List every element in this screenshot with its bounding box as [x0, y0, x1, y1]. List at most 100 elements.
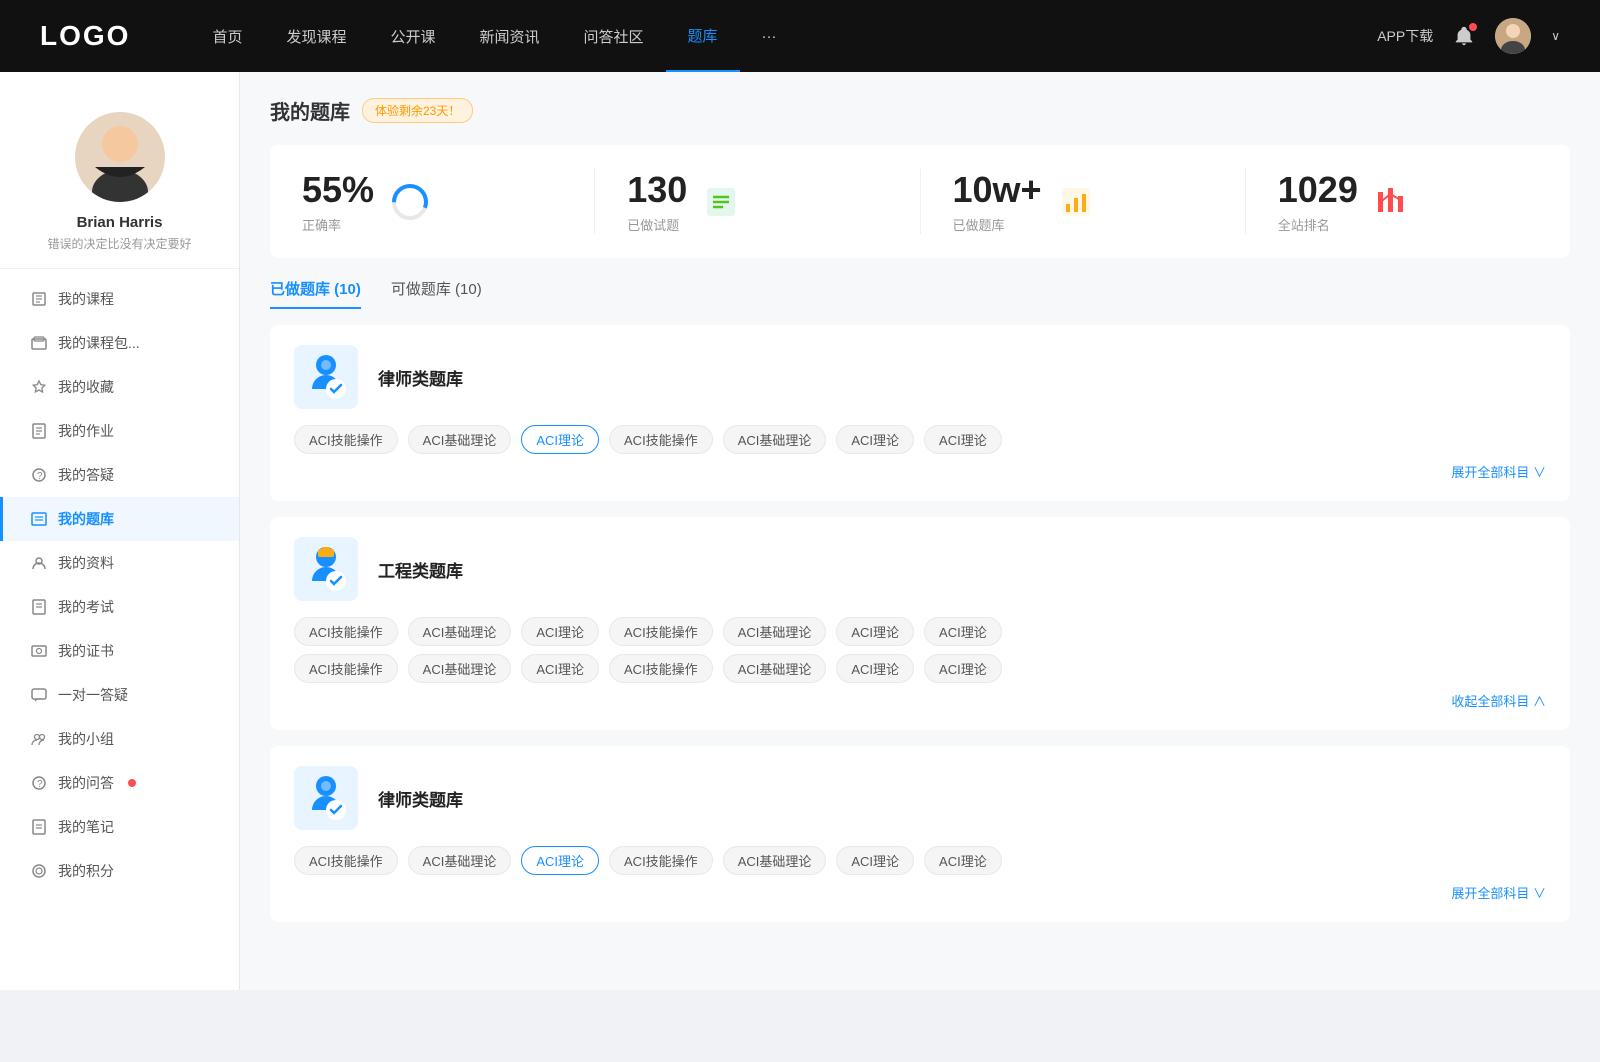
- tag-active[interactable]: ACI理论: [521, 425, 599, 454]
- stat-accuracy-value: 55%: [302, 169, 374, 211]
- banks-icon: [1058, 184, 1094, 220]
- sidebar-item-questionbank[interactable]: 我的题库: [0, 497, 239, 541]
- tag[interactable]: ACI理论: [924, 617, 1002, 646]
- nav-discover[interactable]: 发现课程: [264, 0, 368, 72]
- sidebar-item-favorites[interactable]: 我的收藏: [0, 365, 239, 409]
- nav-questionbank[interactable]: 题库: [666, 0, 740, 72]
- profile-section: Brian Harris 错误的决定比没有决定要好: [0, 92, 239, 269]
- tag[interactable]: ACI技能操作: [609, 425, 713, 454]
- sidebar-item-coursepack[interactable]: 我的课程包...: [0, 321, 239, 365]
- tag[interactable]: ACI理论: [836, 617, 914, 646]
- notification-dot: [1469, 23, 1477, 31]
- sidebar-item-qanda[interactable]: ? 我的答疑: [0, 453, 239, 497]
- tag[interactable]: ACI基础理论: [723, 654, 827, 683]
- sidebar-item-notes[interactable]: 我的笔记: [0, 805, 239, 849]
- sidebar-item-exam[interactable]: 我的考试: [0, 585, 239, 629]
- points-icon: [30, 862, 48, 880]
- tag[interactable]: ACI技能操作: [609, 617, 713, 646]
- logo: LOGO: [40, 20, 130, 52]
- stat-rank-content: 1029 全站排名: [1278, 169, 1358, 234]
- sidebar-item-certificate[interactable]: 我的证书: [0, 629, 239, 673]
- app-download-button[interactable]: APP下载: [1377, 26, 1433, 46]
- user-motto: 错误的决定比没有决定要好: [47, 235, 191, 252]
- profile-avatar: [75, 112, 165, 202]
- sidebar-label-homework: 我的作业: [58, 421, 114, 441]
- sidebar-item-onetoone[interactable]: 一对一答疑: [0, 673, 239, 717]
- tag[interactable]: ACI技能操作: [294, 654, 398, 683]
- tag-active[interactable]: ACI理论: [521, 846, 599, 875]
- tag[interactable]: ACI理论: [924, 654, 1002, 683]
- sidebar-label-mycourse: 我的课程: [58, 289, 114, 309]
- tag[interactable]: ACI基础理论: [723, 846, 827, 875]
- sidebar-label-qanda: 我的答疑: [58, 465, 114, 485]
- qbank-lawyer-2-title: 律师类题库: [378, 786, 463, 811]
- nav-home[interactable]: 首页: [190, 0, 264, 72]
- tab-done-banks[interactable]: 已做题库 (10): [270, 278, 361, 309]
- tag[interactable]: ACI理论: [521, 617, 599, 646]
- lawyer-icon: [294, 345, 358, 409]
- expand-lawyer-1[interactable]: 展开全部科目 ∨: [294, 462, 1546, 481]
- tab-available-banks[interactable]: 可做题库 (10): [391, 278, 482, 309]
- tag[interactable]: ACI技能操作: [294, 846, 398, 875]
- tag[interactable]: ACI理论: [924, 425, 1002, 454]
- sidebar-label-myinfo: 我的资料: [58, 553, 114, 573]
- tag[interactable]: ACI技能操作: [294, 617, 398, 646]
- svg-text:?: ?: [37, 471, 43, 482]
- chat-icon: [30, 686, 48, 704]
- stat-done-questions: 130 已做试题: [595, 169, 920, 234]
- accuracy-chart-icon: [390, 182, 430, 222]
- page-title-row: 我的题库 体验剩余23天！: [270, 96, 1570, 125]
- tag[interactable]: ACI理论: [836, 846, 914, 875]
- stat-accuracy-label: 正确率: [302, 215, 374, 234]
- tag[interactable]: ACI基础理论: [408, 617, 512, 646]
- tag[interactable]: ACI基础理论: [408, 846, 512, 875]
- tag[interactable]: ACI理论: [521, 654, 599, 683]
- notification-bell[interactable]: [1453, 25, 1475, 47]
- user-name: Brian Harris: [77, 214, 163, 231]
- tag[interactable]: ACI基础理论: [723, 617, 827, 646]
- collapse-engineer[interactable]: 收起全部科目 ∧: [294, 691, 1546, 710]
- qa-badge: [128, 779, 136, 787]
- nav-opencourse[interactable]: 公开课: [368, 0, 457, 72]
- qbank-lawyer-2-tags: ACI技能操作 ACI基础理论 ACI理论 ACI技能操作 ACI基础理论 AC…: [294, 846, 1546, 875]
- qbank-card-lawyer-1: 律师类题库 ACI技能操作 ACI基础理论 ACI理论 ACI技能操作 ACI基…: [270, 325, 1570, 501]
- tag[interactable]: ACI理论: [836, 425, 914, 454]
- qbank-lawyer-1-tags: ACI技能操作 ACI基础理论 ACI理论 ACI技能操作 ACI基础理论 AC…: [294, 425, 1546, 454]
- question-icon: ?: [30, 466, 48, 484]
- sidebar-item-homework[interactable]: 我的作业: [0, 409, 239, 453]
- group-icon: [30, 730, 48, 748]
- tag[interactable]: ACI理论: [836, 654, 914, 683]
- sidebar-item-group[interactable]: 我的小组: [0, 717, 239, 761]
- user-menu-chevron[interactable]: ∨: [1551, 29, 1560, 43]
- engineer-icon: [294, 537, 358, 601]
- sidebar-item-myinfo[interactable]: 我的资料: [0, 541, 239, 585]
- tag[interactable]: ACI理论: [924, 846, 1002, 875]
- qbank-card-lawyer-1-header: 律师类题库: [294, 345, 1546, 409]
- sidebar-item-points[interactable]: 我的积分: [0, 849, 239, 893]
- stats-row: 55% 正确率 130 已做试题: [270, 145, 1570, 258]
- sidebar-item-mycourse[interactable]: 我的课程: [0, 277, 239, 321]
- stat-rank: 1029 全站排名: [1246, 169, 1570, 234]
- notes-icon: [30, 818, 48, 836]
- questionbank-icon: [30, 510, 48, 528]
- qbank-engineer-title: 工程类题库: [378, 557, 463, 582]
- qbank-engineer-tags-row1: ACI技能操作 ACI基础理论 ACI理论 ACI技能操作 ACI基础理论 AC…: [294, 617, 1546, 646]
- expand-lawyer-2[interactable]: 展开全部科目 ∨: [294, 883, 1546, 902]
- sidebar-menu: 我的课程 我的课程包... 我的收藏 我的作业: [0, 277, 239, 893]
- tag[interactable]: ACI技能操作: [609, 654, 713, 683]
- user-avatar[interactable]: [1495, 18, 1531, 54]
- stat-accuracy: 55% 正确率: [270, 169, 595, 234]
- tag[interactable]: ACI基础理论: [723, 425, 827, 454]
- sidebar: Brian Harris 错误的决定比没有决定要好 我的课程 我的课程包...: [0, 72, 240, 990]
- tag[interactable]: ACI技能操作: [609, 846, 713, 875]
- tag[interactable]: ACI技能操作: [294, 425, 398, 454]
- nav-more[interactable]: ···: [740, 0, 799, 72]
- tag[interactable]: ACI基础理论: [408, 425, 512, 454]
- tag[interactable]: ACI基础理论: [408, 654, 512, 683]
- sidebar-item-myqa[interactable]: ? 我的问答: [0, 761, 239, 805]
- qbank-card-lawyer-2: 律师类题库 ACI技能操作 ACI基础理论 ACI理论 ACI技能操作 ACI基…: [270, 746, 1570, 922]
- main-content: 我的题库 体验剩余23天！ 55% 正确率 130: [240, 72, 1600, 990]
- stat-done-banks-content: 10w+ 已做题库: [953, 169, 1042, 234]
- nav-news[interactable]: 新闻资讯: [458, 0, 562, 72]
- nav-qa[interactable]: 问答社区: [562, 0, 666, 72]
